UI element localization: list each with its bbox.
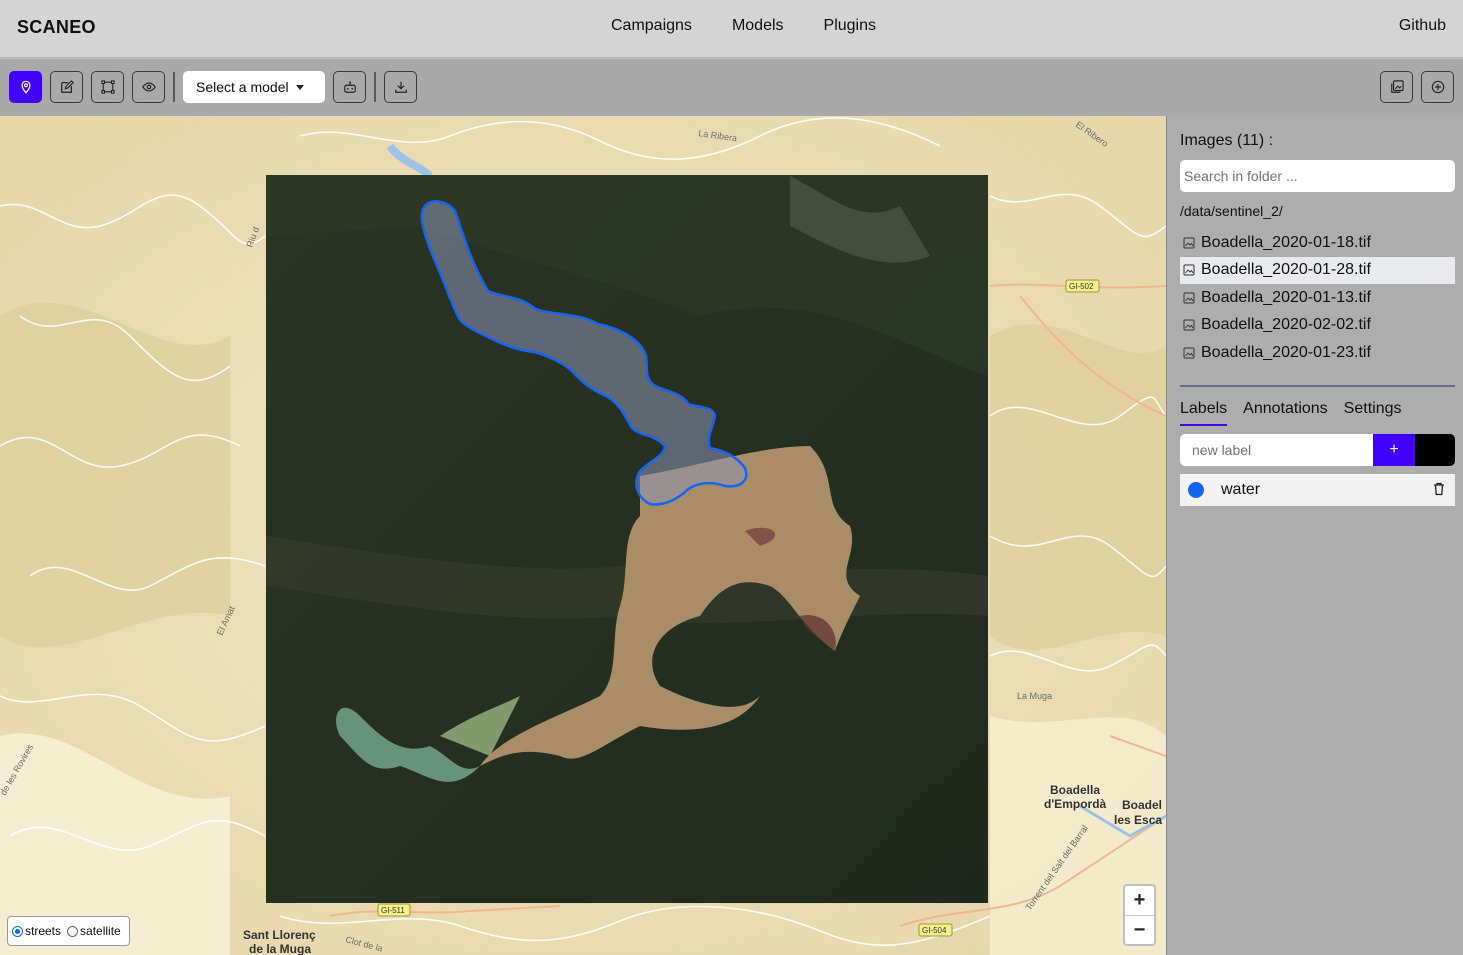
plus-circle-icon (1431, 80, 1444, 94)
label-color-picker[interactable] (1415, 434, 1455, 466)
images-title: Images (11) : (1180, 132, 1274, 149)
radio-icon[interactable] (67, 925, 79, 937)
section-divider (1180, 385, 1455, 387)
folder-path: /data/sentinel_2/ (1180, 203, 1283, 219)
image-file-icon (1183, 347, 1195, 359)
top-navbar: SCANEO Campaigns Models Plugins Github (0, 0, 1463, 58)
tab-settings[interactable]: Settings (1344, 400, 1402, 426)
eye-icon (141, 82, 156, 92)
edit-icon (60, 80, 74, 93)
road-shield: GI-504 (922, 926, 947, 935)
map-canvas: La Ribera El Ribero Riu d El Amat La Mug… (0, 116, 1166, 955)
image-list-item[interactable]: Boadella_2020-01-28.tif (1180, 256, 1455, 284)
polygon-icon (100, 80, 115, 94)
tab-labels[interactable]: Labels (1180, 400, 1228, 426)
map-pin-icon (20, 80, 31, 94)
github-link[interactable]: Github (1399, 17, 1446, 35)
label-item[interactable]: water (1180, 474, 1455, 506)
folder-search-input[interactable] (1180, 160, 1455, 192)
map-label: de la Muga (249, 942, 311, 955)
edit-tool-button[interactable] (50, 71, 83, 103)
map-label: Boadella (1050, 783, 1100, 797)
visibility-tool-button[interactable] (132, 71, 165, 103)
new-label-form: + (1180, 434, 1455, 466)
main-nav: Campaigns Models Plugins (611, 17, 876, 35)
toolbar-separator (173, 72, 175, 102)
image-list-item[interactable]: Boadella_2020-01-23.tif (1180, 339, 1455, 367)
map-label: d'Empordà (1044, 797, 1107, 811)
polygon-tool-button[interactable] (91, 71, 124, 103)
layer-label: satellite (80, 924, 121, 938)
image-file-icon (1183, 292, 1195, 304)
robot-icon (343, 81, 356, 93)
layer-option-satellite[interactable]: satellite (67, 924, 121, 938)
add-button[interactable] (1421, 71, 1454, 103)
zoom-out-button[interactable]: − (1125, 915, 1154, 944)
download-button[interactable] (384, 71, 417, 103)
image-file-name: Boadella_2020-01-18.tif (1201, 233, 1371, 251)
image-file-name: Boadella_2020-01-23.tif (1201, 343, 1371, 361)
map-label: les Esca (1114, 813, 1162, 827)
map-label: La Muga (1017, 691, 1052, 701)
new-label-input[interactable] (1180, 434, 1373, 466)
toolbar-separator (374, 72, 376, 102)
nav-models[interactable]: Models (732, 17, 784, 35)
tab-annotations[interactable]: Annotations (1243, 400, 1328, 426)
image-list-item[interactable]: Boadella_2020-01-18.tif (1180, 229, 1455, 257)
map-toolbar: Select a model (0, 59, 1463, 116)
layer-label: streets (25, 924, 62, 938)
image-list: Boadella_2020-01-18.tif Boadella_2020-01-… (1180, 229, 1455, 367)
radio-icon[interactable] (12, 925, 23, 937)
images-icon (1390, 80, 1404, 93)
trash-icon[interactable] (1433, 482, 1445, 496)
layer-option-streets[interactable]: streets (12, 924, 61, 938)
zoom-control: + − (1123, 884, 1156, 946)
add-label-button[interactable]: + (1373, 434, 1415, 466)
image-file-name: Boadella_2020-01-28.tif (1201, 261, 1371, 279)
image-list-item[interactable]: Boadella_2020-01-13.tif (1180, 284, 1455, 312)
zoom-in-button[interactable]: + (1125, 886, 1154, 915)
map-label: Boadel (1122, 798, 1162, 812)
pin-tool-button[interactable] (9, 71, 42, 103)
image-file-icon (1183, 237, 1195, 249)
app-brand[interactable]: SCANEO (17, 17, 96, 38)
basemap-switch: streets satellite (7, 916, 130, 946)
right-sidebar: Images (11) : /data/sentinel_2/ Boadella… (1166, 116, 1463, 955)
model-select-label: Select a model (196, 79, 289, 95)
sidebar-tabs: Labels Annotations Settings (1180, 400, 1401, 426)
nav-plugins[interactable]: Plugins (824, 17, 876, 35)
label-name: water (1221, 481, 1261, 498)
image-file-icon (1183, 264, 1195, 276)
chevron-down-icon (295, 84, 304, 90)
image-list-item[interactable]: Boadella_2020-02-02.tif (1180, 312, 1455, 340)
model-select[interactable]: Select a model (183, 71, 325, 103)
import-images-button[interactable] (1380, 71, 1413, 103)
road-shield: GI-502 (1069, 282, 1094, 291)
nav-campaigns[interactable]: Campaigns (611, 17, 692, 35)
image-file-name: Boadella_2020-02-02.tif (1201, 316, 1371, 334)
run-model-button[interactable] (333, 71, 366, 103)
map-view[interactable]: La Ribera El Ribero Riu d El Amat La Mug… (0, 116, 1166, 955)
label-color-dot (1188, 482, 1204, 498)
map-label: Sant Llorenç (243, 928, 316, 942)
road-shield: GI-511 (381, 906, 405, 915)
download-icon (394, 81, 407, 93)
image-file-icon (1183, 319, 1195, 331)
image-file-name: Boadella_2020-01-13.tif (1201, 288, 1371, 306)
